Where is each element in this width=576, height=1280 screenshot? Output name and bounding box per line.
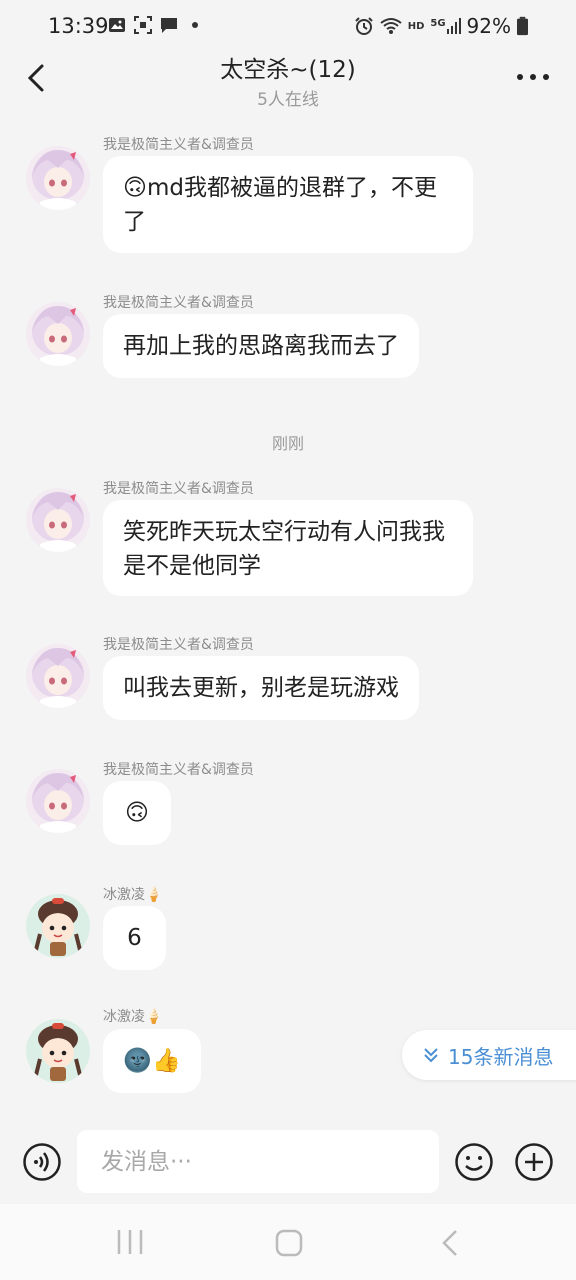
signal-bars-icon <box>446 18 461 34</box>
wifi-icon <box>380 18 402 34</box>
cartoon-girl-avatar[interactable] <box>26 894 90 958</box>
cartoon-girl-avatar[interactable] <box>26 1019 90 1083</box>
home-icon[interactable] <box>274 1228 304 1258</box>
new-messages-label: 15条新消息 <box>448 1044 554 1069</box>
battery-icon <box>517 16 528 36</box>
emoji-icon[interactable] <box>454 1142 494 1182</box>
sender-name: 我是极简主义者&调查员 <box>103 137 254 153</box>
sender-name: 我是极简主义者&调查员 <box>103 295 254 311</box>
message-icon <box>161 18 177 33</box>
anime-girl-avatar[interactable] <box>26 488 90 552</box>
hd-icon: HD <box>407 20 425 32</box>
system-nav-bar <box>0 1204 576 1280</box>
image-icon <box>109 18 125 32</box>
message-bubble[interactable]: 6 <box>103 906 166 970</box>
chat-title[interactable]: 太空杀~(12) <box>0 50 576 84</box>
recent-apps-icon[interactable] <box>115 1228 145 1256</box>
message-list[interactable]: 我是极简主义者&调查员 🙃md我都被逼的退群了，不更了 我是极简主义者&调查员 … <box>0 122 576 1120</box>
message-bubble[interactable]: 🙃md我都被逼的退群了，不更了 <box>103 156 473 253</box>
sender-name: 冰激凌🍦 <box>103 887 163 903</box>
sender-name: 我是极简主义者&调查员 <box>103 481 254 497</box>
message-bubble[interactable]: 再加上我的思路离我而去了 <box>103 314 419 378</box>
battery-percent: 92% <box>466 14 511 38</box>
status-time: 13:39 <box>48 14 109 38</box>
message-bubble[interactable]: 🌚👍 <box>103 1029 201 1093</box>
message-bubble[interactable]: 叫我去更新，别老是玩游戏 <box>103 656 419 720</box>
online-count: 5人在线 <box>257 90 319 110</box>
add-icon[interactable] <box>514 1142 554 1182</box>
chat-header: 太空杀~(12) 5人在线 <box>0 40 576 120</box>
more-options-icon[interactable] <box>516 70 550 84</box>
sender-name: 我是极简主义者&调查员 <box>103 637 254 653</box>
anime-girl-avatar[interactable] <box>26 769 90 833</box>
message-bubble[interactable]: 笑死昨天玩太空行动有人问我我是不是他同学 <box>103 500 473 596</box>
message-input[interactable] <box>77 1130 439 1193</box>
sender-name: 我是极简主义者&调查员 <box>103 762 254 778</box>
new-messages-button[interactable]: 15条新消息 <box>402 1030 576 1080</box>
double-chevron-down-icon <box>424 1048 438 1063</box>
signal-5g-icon: 5G <box>430 18 461 34</box>
voice-icon[interactable] <box>22 1142 62 1182</box>
signal-5g-label: 5G <box>430 18 446 29</box>
input-bar <box>0 1120 576 1204</box>
anime-girl-avatar[interactable] <box>26 146 90 210</box>
dot-icon <box>192 22 198 28</box>
anime-girl-avatar[interactable] <box>26 302 90 366</box>
anime-girl-avatar[interactable] <box>26 644 90 708</box>
sender-name: 冰激凌🍦 <box>103 1009 163 1025</box>
screenshot-icon <box>134 16 152 34</box>
alarm-icon <box>354 17 373 35</box>
time-divider: 刚刚 <box>271 434 304 453</box>
nav-back-icon[interactable] <box>438 1228 464 1258</box>
message-bubble[interactable]: 🙃 <box>103 781 171 845</box>
